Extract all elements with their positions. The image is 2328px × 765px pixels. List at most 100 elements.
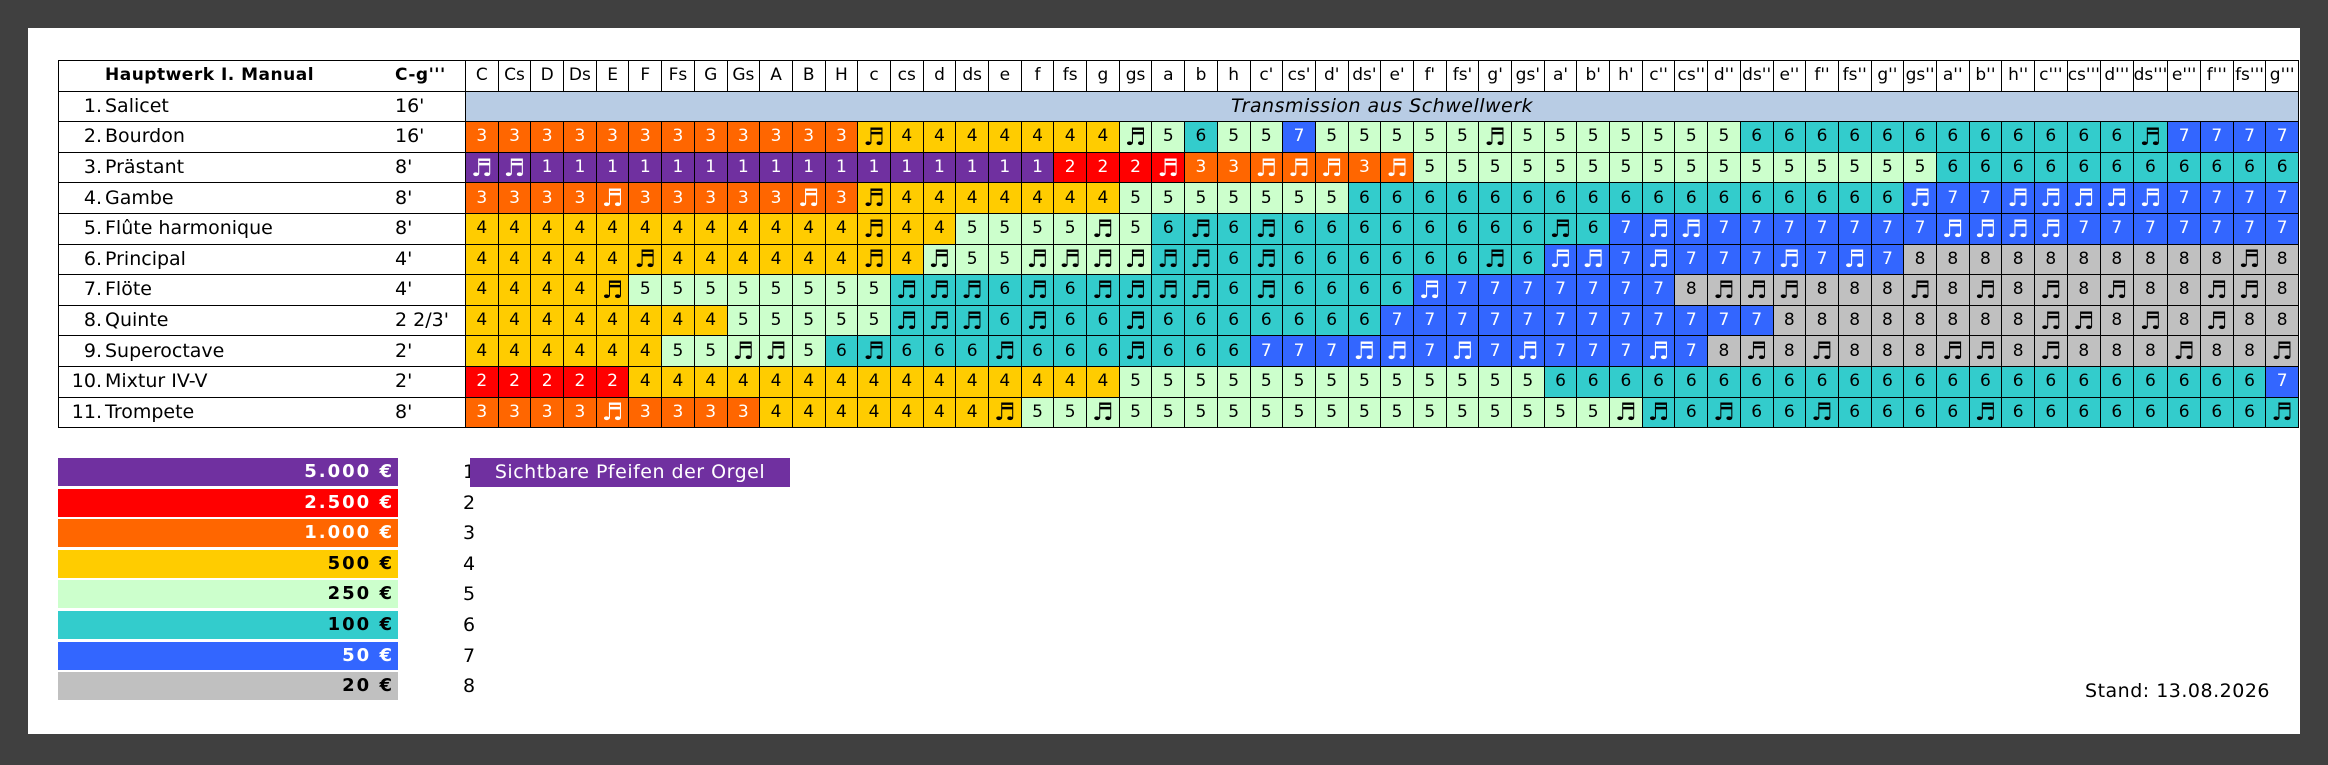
pipe-cell: 3 <box>595 121 630 153</box>
key-header: g' <box>1478 60 1512 92</box>
visible-pipe-cell: ♬ <box>955 274 989 306</box>
note-icon: ♬ <box>2106 184 2128 213</box>
pipe-cell: 4 <box>497 274 532 306</box>
pipe-cell: 3 <box>661 121 695 153</box>
note-icon: ♬ <box>2007 214 2029 243</box>
pipe-cell: 4 <box>693 212 728 245</box>
pipe-cell: 5 <box>1576 396 1611 429</box>
visible-pipe-cell: ♬ <box>857 335 891 367</box>
pipe-cell: 5 <box>1282 365 1316 398</box>
stop-row: 8. Quinte 2 2/3' 4 4 4 4 4 4 4 4 5 5 5 5 5 ♬ ♬ ♬ 6 ♬ 6 6 ♬ 6 6 6 6 6… <box>58 304 2300 337</box>
legend-row: 1.000 € 3 <box>58 519 475 548</box>
pipe-cell: 6 <box>2232 151 2267 184</box>
note-icon: ♬ <box>1942 214 1964 243</box>
pipe-cell: 4 <box>595 212 630 245</box>
pipe-cell: 1 <box>889 151 924 184</box>
pipe-cell: 8 <box>2167 304 2201 337</box>
note-icon: ♬ <box>1647 245 1670 274</box>
note-icon: ♬ <box>2007 184 2029 213</box>
pipe-cell: 4 <box>595 335 630 367</box>
legend-price: 250 € <box>58 580 398 609</box>
stop-row: 3. Prästant 8' ♬ ♬ 1 1 1 1 1 1 1 1 1 1 1 1 1 1 1 1 2 2 2 ♬ 3 3 ♬ ♬ ♬ 3… <box>58 151 2300 184</box>
pipe-cell: 5 <box>1511 151 1545 184</box>
note-icon: ♬ <box>1843 245 1866 274</box>
pipe-cell: 6 <box>1641 365 1676 398</box>
note-icon: ♬ <box>1026 275 1049 304</box>
legend-number: 7 <box>463 644 476 667</box>
key-header: f'' <box>1805 60 1839 92</box>
pipe-cell: 6 <box>2034 121 2068 153</box>
note-icon: ♬ <box>1647 337 1670 366</box>
pipe-cell: 4 <box>497 212 532 245</box>
pipe-cell: 5 <box>1543 396 1578 429</box>
pipe-cell: 3 <box>628 121 663 153</box>
pipe-cell: 7 <box>1511 274 1545 306</box>
legend-price: 500 € <box>58 549 398 578</box>
pipe-cell: 6 <box>1380 212 1414 245</box>
pipe-cell: 6 <box>1968 121 2003 153</box>
key-header: cs' <box>1282 60 1316 92</box>
pipe-cell: 6 <box>1837 365 1872 398</box>
legend-number: 3 <box>463 522 476 545</box>
key-header: f' <box>1412 60 1447 92</box>
pipe-cell: 4 <box>759 243 793 276</box>
pipe-cell: 6 <box>1249 304 1284 337</box>
pipe-cell: 8 <box>2232 304 2267 337</box>
pipe-cell: 6 <box>1609 365 1643 398</box>
stop-number: 4. <box>58 182 104 214</box>
note-icon: ♬ <box>1288 153 1310 182</box>
visible-pipe-cell: ♬ <box>2265 335 2300 367</box>
key-header: A <box>759 60 793 92</box>
note-icon: ♬ <box>1680 214 1703 243</box>
note-icon: ♬ <box>601 398 624 427</box>
stop-feet: 16' <box>395 121 466 153</box>
key-header: cs'' <box>1674 60 1709 92</box>
note-icon: ♬ <box>1647 398 1670 427</box>
note-icon: ♬ <box>2271 398 2293 427</box>
pipe-cell: 7 <box>1870 212 1905 245</box>
pipe-cell: 5 <box>857 304 891 337</box>
pipe-cell: 6 <box>1674 396 1709 429</box>
pipe-cell: 6 <box>1216 335 1251 367</box>
pipe-cell: 6 <box>2099 365 2134 398</box>
pipe-cell: 7 <box>2199 182 2234 214</box>
pipe-cell: 4 <box>889 365 924 398</box>
pipe-cell: 7 <box>2099 212 2134 245</box>
key-header: F <box>628 60 663 92</box>
pipe-cell: 5 <box>1478 365 1512 398</box>
note-icon: ♬ <box>1124 275 1147 304</box>
visible-pipe-cell: ♬ <box>1412 274 1447 306</box>
legend-number: 6 <box>463 614 476 636</box>
stop-number: 7. <box>58 274 104 306</box>
visible-pipe-cell: ♬ <box>1641 243 1676 276</box>
stop-name: Principal <box>104 243 395 276</box>
pipe-cell: 8 <box>1837 304 1872 337</box>
pipe-cell: 4 <box>955 121 989 153</box>
note-icon: ♬ <box>928 275 951 304</box>
pipe-cell: 1 <box>595 151 630 184</box>
stop-number: 9. <box>58 335 104 367</box>
note-icon: ♬ <box>1386 337 1408 366</box>
visible-pipe-cell: ♬ <box>1968 274 2003 306</box>
stop-number: 2. <box>58 121 104 153</box>
pipe-cell: 5 <box>1412 365 1447 398</box>
visible-pipe-cell: ♬ <box>857 182 891 214</box>
pipe-cell: 6 <box>2199 151 2234 184</box>
pipe-cell: 4 <box>988 121 1022 153</box>
pipe-cell: 7 <box>1609 212 1643 245</box>
pipe-cell: 4 <box>465 243 499 276</box>
pipe-cell: 8 <box>1968 304 2003 337</box>
note-icon: ♬ <box>1092 214 1114 243</box>
pipe-cell: 7 <box>1478 335 1512 367</box>
pipe-cell: 2 <box>1118 151 1153 184</box>
visible-pipe-cell: ♬ <box>1314 151 1349 184</box>
pipe-cell: 6 <box>1739 182 1774 214</box>
pipe-cell: 8 <box>2132 274 2169 306</box>
manual-title: Hauptwerk I. Manual <box>104 60 395 92</box>
pipe-cell: 5 <box>791 335 826 367</box>
visible-pipe-cell: ♬ <box>922 243 957 276</box>
pipe-cell: 4 <box>791 243 826 276</box>
key-header: d' <box>1314 60 1349 92</box>
pipe-cell: 6 <box>1739 396 1774 429</box>
pipe-cell: 3 <box>726 182 761 214</box>
